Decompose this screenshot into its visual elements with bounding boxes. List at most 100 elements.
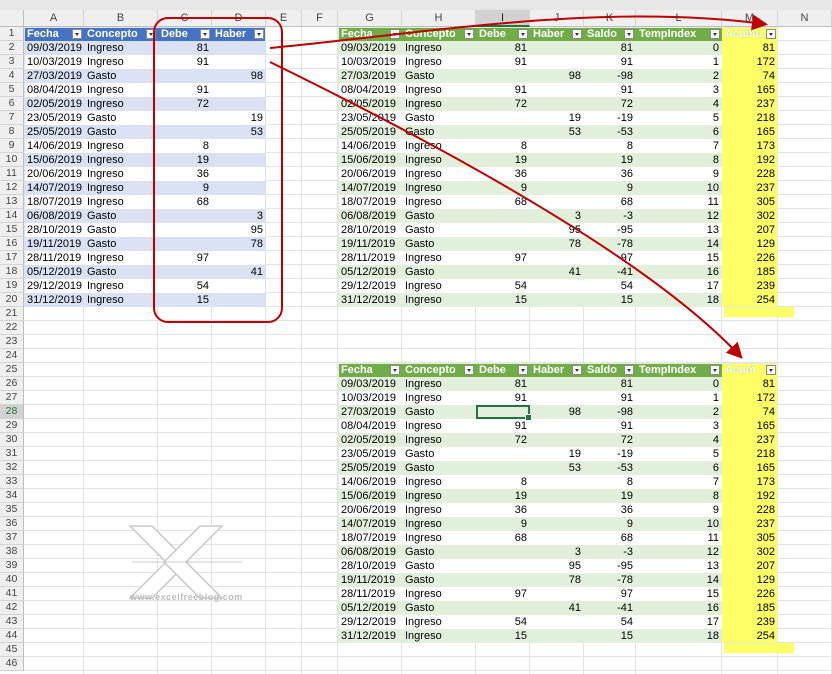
result-table-1-cell[interactable]: Ingreso [402, 195, 476, 209]
result-table-2-cell[interactable]: 14/06/2019 [338, 475, 402, 489]
result-table-2-cell[interactable]: 19 [476, 489, 530, 503]
result-table-2-cell[interactable]: Gasto [402, 601, 476, 615]
result-table-1-cell[interactable]: 78 [530, 237, 584, 251]
source-table-cell[interactable] [212, 181, 266, 195]
row-header-40[interactable]: 40 [0, 573, 24, 587]
result-table-1-cell[interactable]: 97 [476, 251, 530, 265]
result-table-1-cell[interactable]: 74 [722, 69, 778, 83]
result-table-2-cell[interactable]: 36 [476, 503, 530, 517]
result-table-1-cell[interactable]: Ingreso [402, 41, 476, 55]
result-table-2-cell[interactable]: -95 [584, 559, 636, 573]
result-table-2-cell[interactable]: 28/10/2019 [338, 559, 402, 573]
result-table-1-cell[interactable]: 68 [476, 195, 530, 209]
filter-dropdown-icon[interactable] [710, 29, 720, 39]
source-table-cell[interactable]: 36 [158, 167, 212, 181]
source-table-cell[interactable]: 54 [158, 279, 212, 293]
row-header-28[interactable]: 28 [0, 405, 24, 419]
source-table-cell[interactable]: 14/07/2019 [24, 181, 84, 195]
row-header-4[interactable]: 4 [0, 69, 24, 83]
source-table-cell[interactable]: 72 [158, 97, 212, 111]
result-table-2-cell[interactable] [530, 475, 584, 489]
result-table-2-cell[interactable] [530, 377, 584, 391]
source-table-cell[interactable] [212, 83, 266, 97]
result-table-1-cell[interactable]: 18 [636, 293, 722, 307]
result-table-1-cell[interactable]: 173 [722, 139, 778, 153]
result-table-1-cell[interactable]: 165 [722, 83, 778, 97]
column-header-j[interactable]: J [530, 10, 584, 27]
result-table-1-cell[interactable] [530, 55, 584, 69]
result-table-2-cell[interactable]: Ingreso [402, 377, 476, 391]
source-table-cell[interactable]: 09/03/2019 [24, 41, 84, 55]
result-table-1-cell[interactable]: 68 [584, 195, 636, 209]
active-cell[interactable] [476, 405, 532, 421]
filter-dropdown-icon[interactable] [572, 365, 582, 375]
result-table-2-cell[interactable]: 9 [584, 517, 636, 531]
source-table-cell[interactable] [158, 237, 212, 251]
source-table-cell[interactable] [212, 139, 266, 153]
result-table-1-cell[interactable]: -95 [584, 223, 636, 237]
result-table-2-cell[interactable]: 7 [636, 475, 722, 489]
result-table-1-cell[interactable]: Gasto [402, 209, 476, 223]
result-table-1-header-fecha[interactable]: Fecha [338, 27, 402, 41]
result-table-2-cell[interactable]: Ingreso [402, 629, 476, 643]
result-table-2-cell[interactable]: 68 [476, 531, 530, 545]
result-table-1-cell[interactable]: 207 [722, 223, 778, 237]
result-table-1-cell[interactable]: 13 [636, 223, 722, 237]
result-table-1-cell[interactable]: Gasto [402, 265, 476, 279]
source-table-cell[interactable]: 19 [158, 153, 212, 167]
row-header-45[interactable]: 45 [0, 643, 24, 657]
result-table-2-cell[interactable]: 02/05/2019 [338, 433, 402, 447]
result-table-2-cell[interactable]: 207 [722, 559, 778, 573]
row-header-22[interactable]: 22 [0, 321, 24, 335]
result-table-1-cell[interactable]: 98 [530, 69, 584, 83]
source-table-cell[interactable] [212, 41, 266, 55]
result-table-2-header-fecha[interactable]: Fecha [338, 363, 402, 377]
result-table-2-cell[interactable]: 14/07/2019 [338, 517, 402, 531]
result-table-1-cell[interactable]: 25/05/2019 [338, 125, 402, 139]
result-table-2-cell[interactable]: Ingreso [402, 391, 476, 405]
filter-dropdown-icon[interactable] [390, 29, 400, 39]
result-table-2-cell[interactable]: 97 [476, 587, 530, 601]
result-table-2-cell[interactable]: 1 [636, 391, 722, 405]
result-table-2-cell[interactable]: 08/04/2019 [338, 419, 402, 433]
result-table-2-cell[interactable] [530, 503, 584, 517]
result-table-2-cell[interactable]: 97 [584, 587, 636, 601]
result-table-1-header-acumu[interactable]: Acumu [722, 27, 778, 41]
result-table-1-cell[interactable]: 11 [636, 195, 722, 209]
filter-dropdown-icon[interactable] [464, 29, 474, 39]
source-table-cell[interactable]: 3 [212, 209, 266, 223]
source-table-cell[interactable] [212, 195, 266, 209]
source-table-cell[interactable] [158, 111, 212, 125]
result-table-1-cell[interactable]: 6 [636, 125, 722, 139]
result-table-2-cell[interactable] [530, 391, 584, 405]
result-table-1-cell[interactable] [530, 181, 584, 195]
result-table-2-cell[interactable]: 19 [584, 489, 636, 503]
row-header-19[interactable]: 19 [0, 279, 24, 293]
column-header-m[interactable]: M [722, 10, 778, 27]
result-table-1-cell[interactable]: 05/12/2019 [338, 265, 402, 279]
result-table-1-header-concepto[interactable]: Concepto [402, 27, 476, 41]
result-table-2-cell[interactable]: 17 [636, 615, 722, 629]
filter-dropdown-icon[interactable] [624, 29, 634, 39]
result-table-1-cell[interactable]: 12 [636, 209, 722, 223]
result-table-2-cell[interactable]: 8 [476, 475, 530, 489]
result-table-1-cell[interactable]: 16 [636, 265, 722, 279]
result-table-1-cell[interactable] [530, 293, 584, 307]
result-table-1-cell[interactable] [530, 41, 584, 55]
source-table-cell[interactable]: 31/12/2019 [24, 293, 84, 307]
source-table-cell[interactable]: 91 [158, 55, 212, 69]
result-table-1-cell[interactable]: 28/10/2019 [338, 223, 402, 237]
result-table-1-cell[interactable]: 02/05/2019 [338, 97, 402, 111]
result-table-1-cell[interactable]: 18/07/2019 [338, 195, 402, 209]
result-table-2-cell[interactable]: 09/03/2019 [338, 377, 402, 391]
result-table-2-cell[interactable]: 81 [722, 377, 778, 391]
result-table-2-cell[interactable]: 11 [636, 531, 722, 545]
filter-dropdown-icon[interactable] [766, 29, 776, 39]
filter-dropdown-icon[interactable] [146, 29, 156, 39]
row-header-25[interactable]: 25 [0, 363, 24, 377]
result-table-1-cell[interactable] [530, 97, 584, 111]
filter-dropdown-icon[interactable] [710, 365, 720, 375]
source-table-cell[interactable]: Ingreso [84, 181, 158, 195]
result-table-2-cell[interactable]: 29/12/2019 [338, 615, 402, 629]
source-table-cell[interactable] [158, 69, 212, 83]
